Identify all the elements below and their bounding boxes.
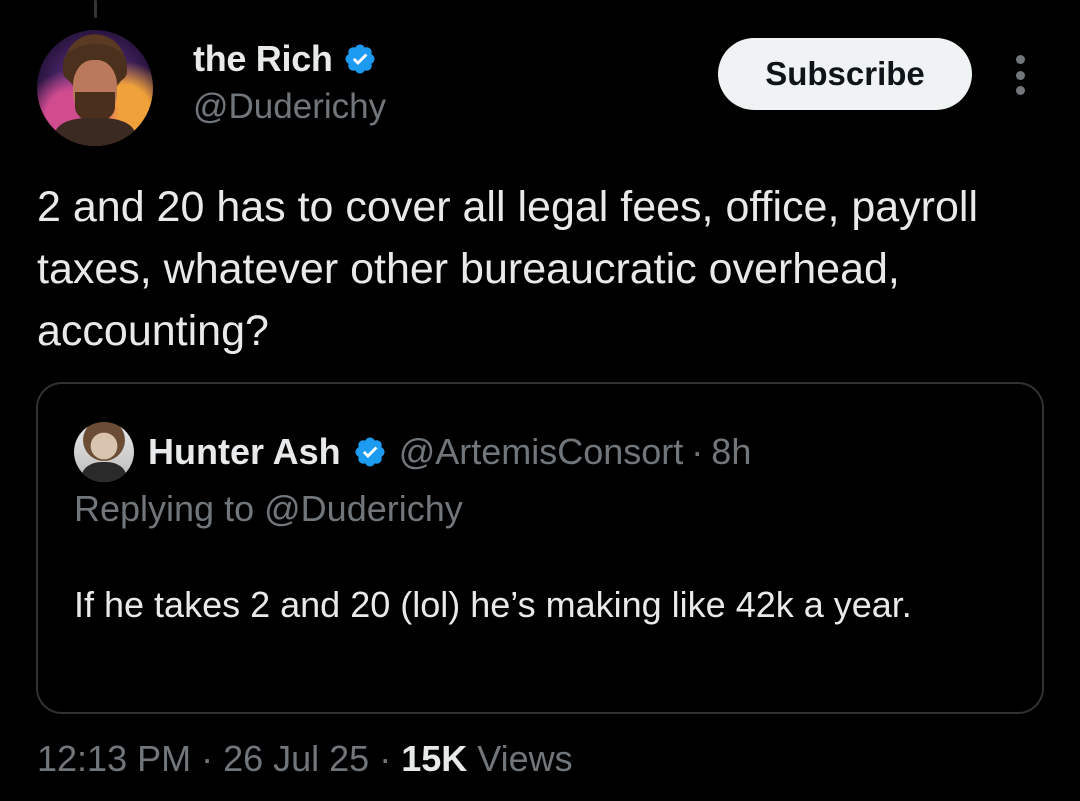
quoted-author-handle[interactable]: @ArtemisConsort: [399, 431, 684, 473]
quoted-tweet-header: Hunter Ash @ArtemisConsort · 8h: [148, 422, 751, 482]
verified-badge-icon: [345, 44, 375, 74]
author-display-name[interactable]: the Rich: [193, 38, 333, 80]
quoted-author-display-name[interactable]: Hunter Ash: [148, 431, 341, 473]
separator-dot: ·: [379, 738, 392, 779]
quoted-author-avatar[interactable]: [74, 422, 134, 482]
quoted-tweet-time[interactable]: 8h: [711, 431, 751, 473]
author-avatar[interactable]: [37, 30, 153, 146]
tweet-meta: 12:13 PM · 26 Jul 25 · 15K Views: [37, 738, 573, 780]
replying-prefix: Replying to: [74, 488, 255, 529]
quoted-tweet-text: If he takes 2 and 20 (lol) he’s making l…: [74, 584, 912, 625]
verified-badge-icon: [355, 437, 385, 467]
subscribe-button[interactable]: Subscribe: [718, 38, 972, 110]
author-name-row: the Rich: [193, 38, 377, 80]
quoted-tweet-card[interactable]: Hunter Ash @ArtemisConsort · 8h Replying…: [36, 382, 1044, 714]
tweet-time[interactable]: 12:13 PM: [37, 738, 191, 780]
tweet-date[interactable]: 26 Jul 25: [223, 738, 369, 780]
thread-connector-line: [94, 0, 97, 18]
more-options-icon[interactable]: [1008, 55, 1032, 95]
views-label: Views: [477, 738, 573, 779]
replying-to-line: Replying to @Duderichy: [74, 488, 463, 530]
separator-dot: ·: [691, 431, 704, 472]
tweet-text: 2 and 20 has to cover all legal fees, of…: [37, 183, 979, 355]
author-handle[interactable]: @Duderichy: [193, 87, 386, 127]
replying-to-mention[interactable]: @Duderichy: [264, 488, 463, 529]
views-count: 15K: [401, 738, 468, 779]
separator-dot: ·: [201, 738, 214, 779]
